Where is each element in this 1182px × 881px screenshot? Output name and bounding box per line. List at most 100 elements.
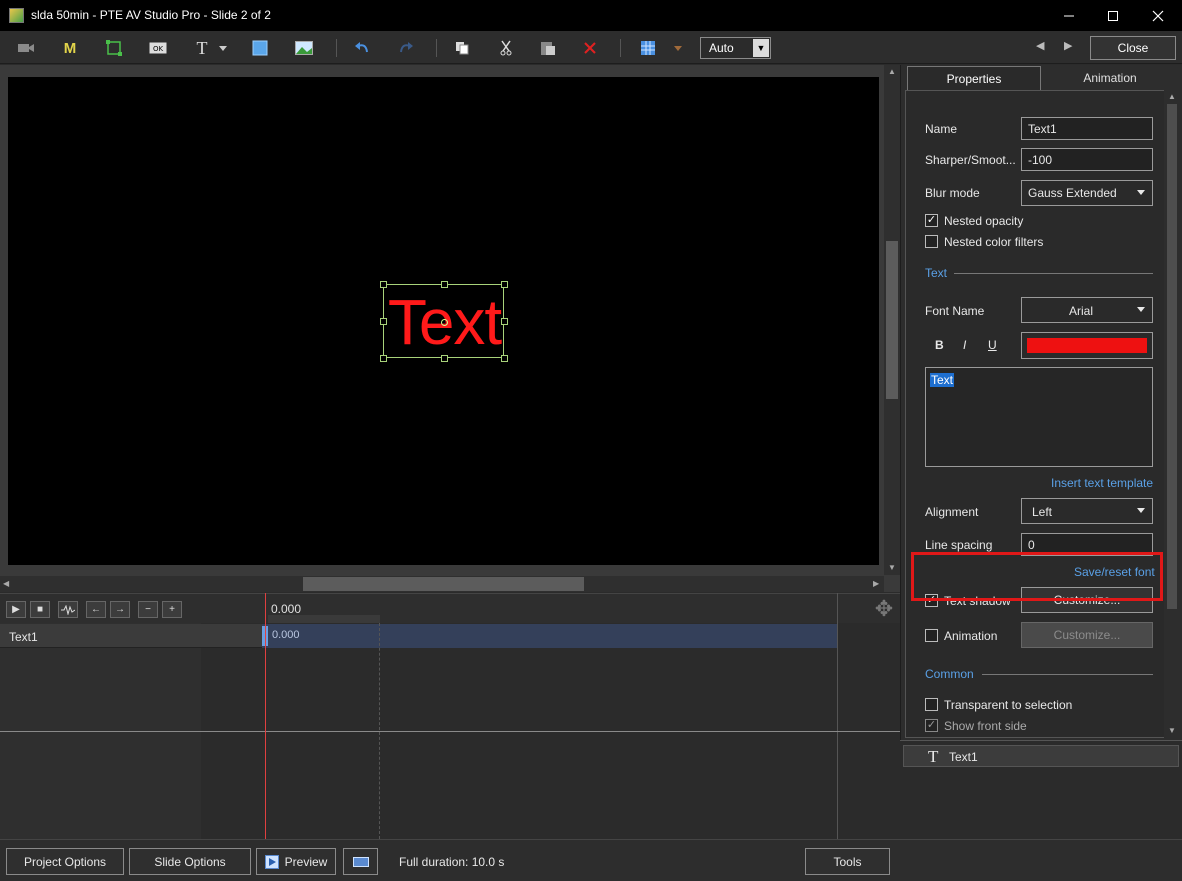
paste-button[interactable] <box>536 37 560 59</box>
arrow-up-icon: ▲ <box>1168 92 1176 101</box>
add-mask-button[interactable]: M <box>58 37 82 59</box>
text-dropdown-button[interactable] <box>216 37 230 59</box>
redo-button[interactable] <box>394 37 418 59</box>
playhead[interactable] <box>265 593 266 839</box>
stage-horizontal-scrollbar[interactable]: ◀ ▶ <box>0 576 884 592</box>
scroll-thumb[interactable] <box>1167 104 1177 609</box>
add-camera-button[interactable] <box>14 37 38 59</box>
previous-slide-button[interactable]: ◀ <box>1036 39 1044 52</box>
nested-color-filters-checkbox[interactable] <box>925 235 938 248</box>
window-close-button[interactable] <box>1135 0 1181 31</box>
prev-keyframe-button[interactable]: ← <box>86 601 106 618</box>
tab-properties[interactable]: Properties <box>907 66 1041 90</box>
undo-button[interactable] <box>350 37 374 59</box>
delete-button[interactable] <box>578 37 602 59</box>
animation-checkbox[interactable] <box>925 629 938 642</box>
plus-icon: + <box>169 604 175 615</box>
font-color-button[interactable] <box>1021 332 1153 359</box>
tools-button[interactable]: Tools <box>805 848 890 875</box>
cut-button[interactable] <box>494 37 518 59</box>
blur-mode-select[interactable]: Gauss Extended <box>1021 180 1153 206</box>
show-front-side-checkbox[interactable]: ✓ <box>925 719 938 732</box>
stop-button[interactable]: ■ <box>30 601 50 618</box>
font-name-select[interactable]: Arial <box>1021 297 1153 323</box>
resize-handle-r[interactable] <box>501 318 508 325</box>
nested-opacity-label: Nested opacity <box>944 214 1024 228</box>
object-list-item[interactable]: T Text1 <box>903 745 1179 767</box>
underline-button[interactable]: U <box>988 338 997 352</box>
scroll-thumb[interactable] <box>886 241 898 399</box>
bold-button[interactable]: B <box>935 338 944 352</box>
add-text-button[interactable]: T <box>190 37 214 59</box>
insert-text-template-link[interactable]: Insert text template <box>1051 476 1153 490</box>
grid-dropdown-button[interactable] <box>670 37 686 59</box>
arrow-right-icon: ▶ <box>1064 40 1073 52</box>
text-content-selection: Text <box>930 373 955 387</box>
stage-vertical-scrollbar[interactable]: ▲ ▼ <box>884 65 900 575</box>
timeline-divider <box>0 731 900 732</box>
italic-button[interactable]: I <box>963 338 966 352</box>
add-frame-button[interactable] <box>102 37 126 59</box>
keyframe-time: 0.000 <box>272 629 300 641</box>
chevron-down-icon <box>674 45 682 51</box>
zoom-in-button[interactable]: + <box>162 601 182 618</box>
resize-handle-tr[interactable] <box>501 281 508 288</box>
tab-animation[interactable]: Animation <box>1043 66 1177 90</box>
name-input[interactable]: Text1 <box>1021 117 1153 140</box>
next-slide-button[interactable]: ▶ <box>1064 39 1072 52</box>
add-image-button[interactable] <box>292 37 316 59</box>
waveform-icon <box>61 604 75 615</box>
alignment-select[interactable]: Left <box>1021 498 1153 524</box>
animation-customize-button[interactable]: Customize... <box>1021 622 1153 648</box>
timeline-toolbar: ▶ ■ ← → − + 0.000 ✥ <box>0 593 900 624</box>
chevron-down-icon <box>219 45 227 51</box>
paste-icon <box>541 42 555 55</box>
text-object-selection[interactable]: Text <box>380 281 508 362</box>
resize-handle-br[interactable] <box>501 355 508 362</box>
grid-button[interactable] <box>636 37 660 59</box>
arrow-right-icon: ▶ <box>873 579 880 588</box>
next-keyframe-button[interactable]: → <box>110 601 130 618</box>
minimize-button[interactable] <box>1046 0 1092 31</box>
resize-handle-l[interactable] <box>380 318 387 325</box>
delete-icon <box>584 42 596 54</box>
text-icon: T <box>196 37 208 58</box>
close-button[interactable]: Close <box>1090 36 1176 60</box>
resize-handle-bl[interactable] <box>380 355 387 362</box>
toolbar-separator <box>336 39 337 57</box>
sharper-input[interactable]: -100 <box>1021 148 1153 171</box>
preview-button[interactable]: Preview <box>256 848 336 875</box>
object-list-item-label: Text1 <box>949 750 978 764</box>
center-point-handle[interactable] <box>441 319 448 326</box>
resize-handle-tl[interactable] <box>380 281 387 288</box>
slide-canvas[interactable]: Text <box>8 77 879 565</box>
redo-icon <box>400 42 413 53</box>
copy-button[interactable] <box>450 37 474 59</box>
preview-options-button[interactable] <box>343 848 378 875</box>
play-icon: ▶ <box>12 604 20 615</box>
add-button-object[interactable]: OK <box>146 37 170 59</box>
play-button[interactable]: ▶ <box>6 601 26 618</box>
preview-icon <box>264 854 279 869</box>
slide-options-button[interactable]: Slide Options <box>129 848 251 875</box>
waveform-button[interactable] <box>58 601 78 618</box>
timeline-track[interactable] <box>262 624 838 648</box>
resize-handle-b[interactable] <box>441 355 448 362</box>
minus-icon: − <box>145 604 151 615</box>
scroll-thumb[interactable] <box>303 577 584 591</box>
properties-scrollbar[interactable]: ▲ ▼ <box>1164 90 1180 738</box>
project-options-button[interactable]: Project Options <box>6 848 124 875</box>
zoom-out-button[interactable]: − <box>138 601 158 618</box>
nested-opacity-checkbox[interactable]: ✓ <box>925 214 938 227</box>
transparent-selection-checkbox[interactable] <box>925 698 938 711</box>
mode-select[interactable]: Auto ▼ <box>700 37 771 59</box>
section-divider <box>982 674 1153 675</box>
text-content-editor[interactable]: Text <box>925 367 1153 467</box>
chevron-down-icon <box>1137 307 1145 312</box>
maximize-button[interactable] <box>1090 0 1136 31</box>
frame-icon <box>106 40 122 56</box>
resize-handle-t[interactable] <box>441 281 448 288</box>
check-icon: ✓ <box>926 214 937 226</box>
add-rectangle-button[interactable] <box>248 37 272 59</box>
move-icon[interactable]: ✥ <box>870 596 898 622</box>
